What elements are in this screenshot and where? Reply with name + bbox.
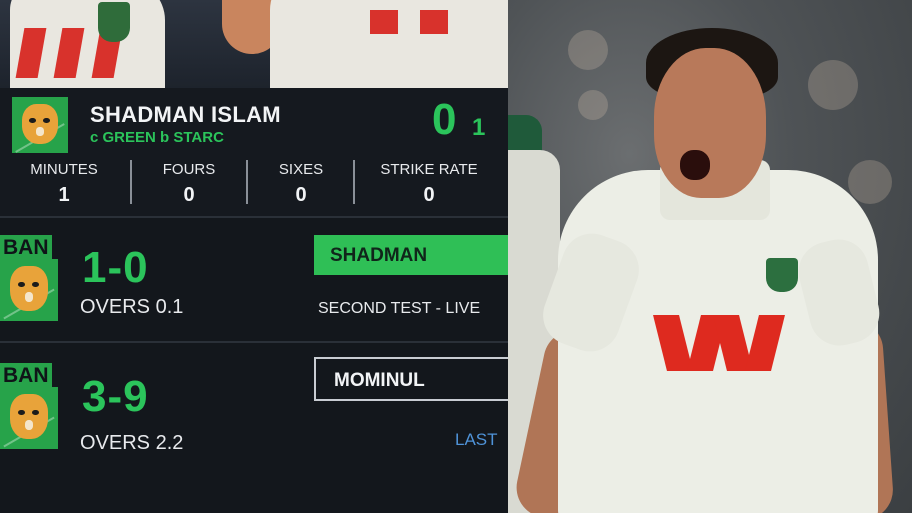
stat-label: STRIKE RATE — [380, 161, 478, 178]
batter-card: SHADMAN ISLAM c GREEN b STARC 0 1 MINUTE… — [0, 88, 508, 218]
overs-text: OVERS 0.1 — [80, 296, 184, 318]
fielder-shirt-2 — [270, 0, 508, 88]
stat-strike-rate: STRIKE RATE 0 — [371, 161, 487, 207]
current-batter-label: SHADMAN — [314, 235, 508, 275]
batter-name: SHADMAN ISLAM — [90, 102, 281, 127]
fielder-shirt — [10, 0, 165, 88]
tiger-logo-icon — [0, 259, 58, 321]
match-status: SECOND TEST - LIVE — [318, 300, 481, 317]
tiger-logo-icon — [0, 387, 58, 449]
team-score: 3-9 — [82, 372, 149, 421]
scoreboard-row-1: BAN 1-0 OVERS 0.1 SHADMAN SECOND TEST - … — [0, 220, 508, 340]
team-code: BAN — [0, 235, 52, 260]
team-code: BAN — [0, 363, 52, 388]
scoreboard-row-2: BAN 3-9 OVERS 2.2 MOMINUL LAST — [0, 343, 508, 463]
scorecard-panel: SHADMAN ISLAM c GREEN b STARC 0 1 MINUTE… — [0, 0, 508, 513]
divider — [353, 160, 355, 204]
bowler-mouth — [680, 150, 710, 180]
tiger-logo-icon — [12, 97, 68, 153]
stat-value: 1 — [58, 184, 70, 206]
dismissal-text: c GREEN b STARC — [90, 129, 224, 146]
batter-runs: 0 — [432, 95, 457, 144]
team-score: 1-0 — [82, 243, 149, 292]
stat-minutes: MINUTES 1 — [6, 161, 122, 207]
sponsor-logo-icon — [653, 315, 785, 371]
stat-fours: FOURS 0 — [131, 161, 247, 207]
crest-icon — [98, 2, 130, 42]
stat-label: SIXES — [278, 161, 324, 178]
fielders-photo — [0, 0, 508, 88]
stat-sixes: SIXES 0 — [243, 161, 359, 207]
last-wicket-label: LAST — [455, 430, 498, 449]
bowler-head — [654, 48, 766, 198]
cricket-australia-crest-icon — [766, 258, 798, 292]
stat-label: FOURS — [162, 161, 216, 178]
stat-value: 0 — [423, 184, 435, 206]
batter-balls: 1 — [472, 114, 486, 141]
overs-text: OVERS 2.2 — [80, 432, 184, 454]
current-batter-label: MOMINUL — [314, 357, 508, 401]
bowler-photo — [508, 0, 912, 513]
stat-value: 0 — [183, 184, 195, 206]
stat-label: MINUTES — [30, 161, 98, 178]
stat-value: 0 — [295, 184, 307, 206]
